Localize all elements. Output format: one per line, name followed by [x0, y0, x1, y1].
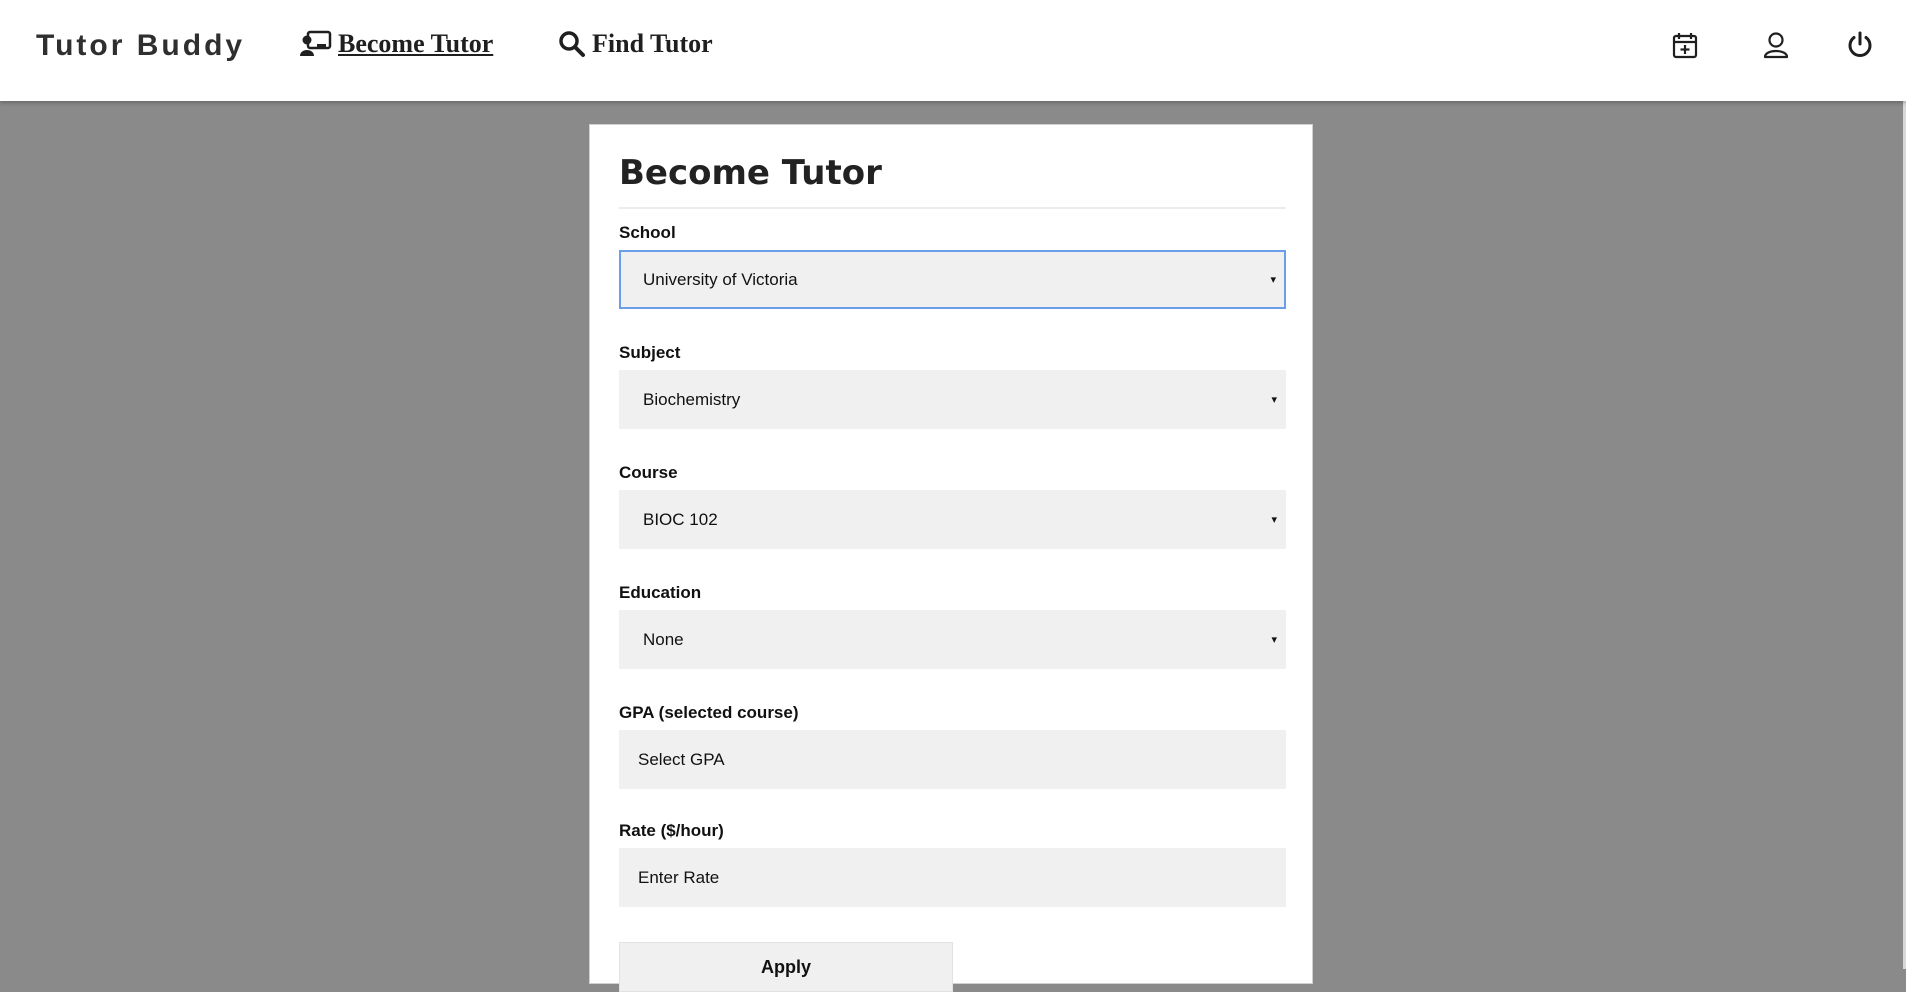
nav-find-tutor-label: Find Tutor [592, 29, 713, 58]
title-divider [619, 207, 1286, 209]
chevron-down-icon: ▾ [1271, 634, 1277, 646]
school-label: School [619, 223, 676, 242]
page-title: Become Tutor [619, 153, 882, 193]
course-select[interactable]: BIOC 102 ▾ [619, 490, 1286, 549]
education-select[interactable]: None ▾ [619, 610, 1286, 669]
power-icon[interactable] [1845, 30, 1875, 60]
gpa-input-placeholder: Select GPA [638, 749, 725, 769]
school-select[interactable]: University of Victoria ▾ [619, 250, 1286, 309]
subject-select-value: Biochemistry [643, 389, 741, 409]
gpa-label: GPA (selected course) [619, 703, 799, 722]
chevron-down-icon: ▾ [1270, 274, 1276, 286]
rate-input-placeholder: Enter Rate [638, 867, 720, 887]
subject-label: Subject [619, 343, 681, 362]
top-navbar: Tutor Buddy Become Tutor Find Tutor [0, 0, 1906, 101]
teacher-icon [300, 30, 332, 56]
brand-logo[interactable]: Tutor Buddy [36, 29, 245, 63]
course-select-value: BIOC 102 [643, 509, 718, 529]
rate-input[interactable]: Enter Rate [619, 848, 1286, 907]
apply-button[interactable]: Apply [619, 942, 953, 992]
chevron-down-icon: ▾ [1271, 394, 1277, 406]
school-select-value: University of Victoria [643, 269, 798, 289]
nav-become-tutor-label: Become Tutor [338, 29, 494, 58]
become-tutor-form-card: Become Tutor School University of Victor… [589, 124, 1313, 992]
rate-label: Rate ($/hour) [619, 821, 724, 840]
course-label: Course [619, 463, 678, 482]
subject-select[interactable]: Biochemistry ▾ [619, 370, 1286, 429]
nav-become-tutor[interactable]: Become Tutor [300, 29, 493, 59]
chevron-down-icon: ▾ [1271, 514, 1277, 526]
education-label: Education [619, 583, 702, 602]
user-icon[interactable] [1761, 30, 1791, 60]
gpa-input[interactable]: Select GPA [619, 730, 1286, 789]
calendar-plus-icon[interactable] [1670, 30, 1700, 60]
search-icon [559, 31, 585, 57]
education-select-value: None [643, 629, 684, 649]
nav-find-tutor[interactable]: Find Tutor [558, 29, 713, 59]
